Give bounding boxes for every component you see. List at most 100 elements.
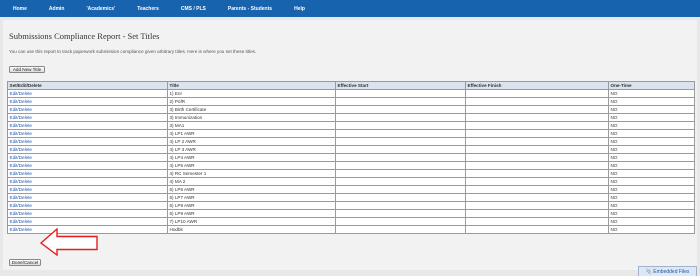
- one-time-cell: NO: [608, 161, 695, 170]
- effective-start-cell: [335, 193, 466, 202]
- top-navigation-bar: Home Admin 'Academics' Teachers CMS / PL…: [0, 0, 700, 17]
- effective-start-cell: [335, 225, 466, 234]
- effective-start-cell: [335, 113, 466, 122]
- one-time-cell: NO: [608, 137, 695, 146]
- edit-delete-link[interactable]: Edit/Delete: [7, 113, 168, 122]
- edit-delete-link[interactable]: Edit/Delete: [7, 193, 168, 202]
- one-time-cell: NO: [608, 97, 695, 106]
- edit-delete-link[interactable]: Edit/Delete: [7, 153, 168, 162]
- title-cell: 6) LP8 AWR: [167, 201, 336, 210]
- embedded-files-tab[interactable]: 📎 Embedded Files: [638, 266, 697, 276]
- effective-finish-cell: [465, 129, 609, 138]
- table-row: Edit/Delete 7) LP10 AWR NO: [7, 217, 695, 226]
- effective-start-cell: [335, 209, 466, 218]
- paperclip-icon: 📎: [645, 268, 652, 275]
- embedded-files-label: Embedded Files: [653, 268, 690, 275]
- one-time-cell: NO: [608, 177, 695, 186]
- nav-parents-students[interactable]: Parents - Students: [228, 6, 272, 12]
- title-cell: 6) LP6 AWR: [167, 185, 336, 194]
- edit-delete-link[interactable]: Edit/Delete: [7, 89, 168, 98]
- one-time-cell: NO: [608, 153, 695, 162]
- edit-delete-link[interactable]: Edit/Delete: [7, 145, 168, 154]
- effective-finish-cell: [465, 193, 609, 202]
- table-row: Edit/Delete 4) LP4 AWR NO: [7, 153, 695, 162]
- edit-delete-link[interactable]: Edit/Delete: [7, 161, 168, 170]
- one-time-cell: NO: [608, 89, 695, 98]
- nav-teachers[interactable]: Teachers: [137, 6, 159, 12]
- done-cancel-button[interactable]: Done/Cancel: [9, 259, 41, 266]
- edit-delete-link[interactable]: Edit/Delete: [7, 121, 168, 130]
- effective-start-cell: [335, 169, 466, 178]
- table-row: Edit/Delete 6) LP9 AWR NO: [7, 209, 695, 218]
- effective-finish-cell: [465, 225, 609, 234]
- effective-start-cell: [335, 89, 466, 98]
- title-cell: 4) RC Semester 1: [167, 169, 336, 178]
- one-time-cell: NO: [608, 193, 695, 202]
- edit-delete-link[interactable]: Edit/Delete: [7, 129, 168, 138]
- title-cell: 3) MA1: [167, 121, 336, 130]
- table-row: Edit/Delete 4) LP5 AWR NO: [7, 161, 695, 170]
- effective-start-cell: [335, 201, 466, 210]
- table-row: Edit/Delete 3) Birth Certificate NO: [7, 105, 695, 114]
- column-header-title: Title: [167, 81, 336, 90]
- effective-start-cell: [335, 105, 466, 114]
- edit-delete-link[interactable]: Edit/Delete: [7, 177, 168, 186]
- table-row: Edit/Delete 4) RC Semester 1 NO: [7, 169, 695, 178]
- one-time-cell: NO: [608, 145, 695, 154]
- edit-delete-link[interactable]: Edit/Delete: [7, 105, 168, 114]
- one-time-cell: NO: [608, 185, 695, 194]
- effective-finish-cell: [465, 145, 609, 154]
- table-row: Edit/Delete 6) LP8 AWR NO: [7, 201, 695, 210]
- effective-start-cell: [335, 177, 466, 186]
- edit-delete-link[interactable]: Edit/Delete: [7, 97, 168, 106]
- effective-finish-cell: [465, 217, 609, 226]
- table-row: Edit/Delete 3) Immunization NO: [7, 113, 695, 122]
- title-cell: 3) Birth Certificate: [167, 105, 336, 114]
- title-cell: 6) LP9 AWR: [167, 209, 336, 218]
- column-header-effective-finish: Effective Finish: [465, 81, 609, 90]
- one-time-cell: NO: [608, 105, 695, 114]
- one-time-cell: NO: [608, 225, 695, 234]
- table-row: Edit/Delete 6) LP7 AWR NO: [7, 193, 695, 202]
- arrow-icon: [40, 228, 98, 256]
- one-time-cell: NO: [608, 217, 695, 226]
- one-time-cell: NO: [608, 121, 695, 130]
- nav-home[interactable]: Home: [13, 6, 27, 12]
- nav-academics[interactable]: 'Academics': [86, 6, 115, 12]
- effective-start-cell: [335, 153, 466, 162]
- table-header-row: Set/Edit/Delete Title Effective Start Ef…: [7, 81, 695, 90]
- title-cell: 4) LP 3 AWR: [167, 145, 336, 154]
- page-description: You can use this report to track paperwo…: [9, 49, 257, 54]
- effective-finish-cell: [465, 169, 609, 178]
- title-cell: 6) LP7 AWR: [167, 193, 336, 202]
- edit-delete-link[interactable]: Edit/Delete: [7, 169, 168, 178]
- nav-help[interactable]: Help: [294, 6, 305, 12]
- table-row: Edit/Delete 3) MA1 NO: [7, 121, 695, 130]
- effective-finish-cell: [465, 209, 609, 218]
- edit-delete-link[interactable]: Edit/Delete: [7, 137, 168, 146]
- title-cell: 7) LP10 AWR: [167, 217, 336, 226]
- table-row: Edit/Delete 4) LP1 AWR NO: [7, 129, 695, 138]
- column-header-one-time: One-Time: [608, 81, 695, 90]
- titles-table: Set/Edit/Delete Title Effective Start Ef…: [7, 81, 695, 234]
- effective-finish-cell: [465, 185, 609, 194]
- edit-delete-link[interactable]: Edit/Delete: [7, 201, 168, 210]
- edit-delete-link[interactable]: Edit/Delete: [7, 209, 168, 218]
- title-cell: 4) LP1 AWR: [167, 129, 336, 138]
- title-cell: 1) Enr: [167, 89, 336, 98]
- edit-delete-link[interactable]: Edit/Delete: [7, 217, 168, 226]
- nav-admin[interactable]: Admin: [49, 6, 65, 12]
- effective-finish-cell: [465, 121, 609, 130]
- effective-start-cell: [335, 185, 466, 194]
- add-new-title-button[interactable]: Add New Title: [9, 66, 45, 73]
- table-row: Edit/Delete 4) MA 2 NO: [7, 177, 695, 186]
- effective-start-cell: [335, 129, 466, 138]
- edit-delete-link[interactable]: Edit/Delete: [7, 185, 168, 194]
- table-row: Edit/Delete 4) LP 3 AWR NO: [7, 145, 695, 154]
- effective-finish-cell: [465, 137, 609, 146]
- effective-finish-cell: [465, 113, 609, 122]
- title-cell: 4) MA 2: [167, 177, 336, 186]
- nav-cms-pls[interactable]: CMS / PLS: [181, 6, 206, 12]
- title-cell: 4) LP4 AWR: [167, 153, 336, 162]
- effective-finish-cell: [465, 105, 609, 114]
